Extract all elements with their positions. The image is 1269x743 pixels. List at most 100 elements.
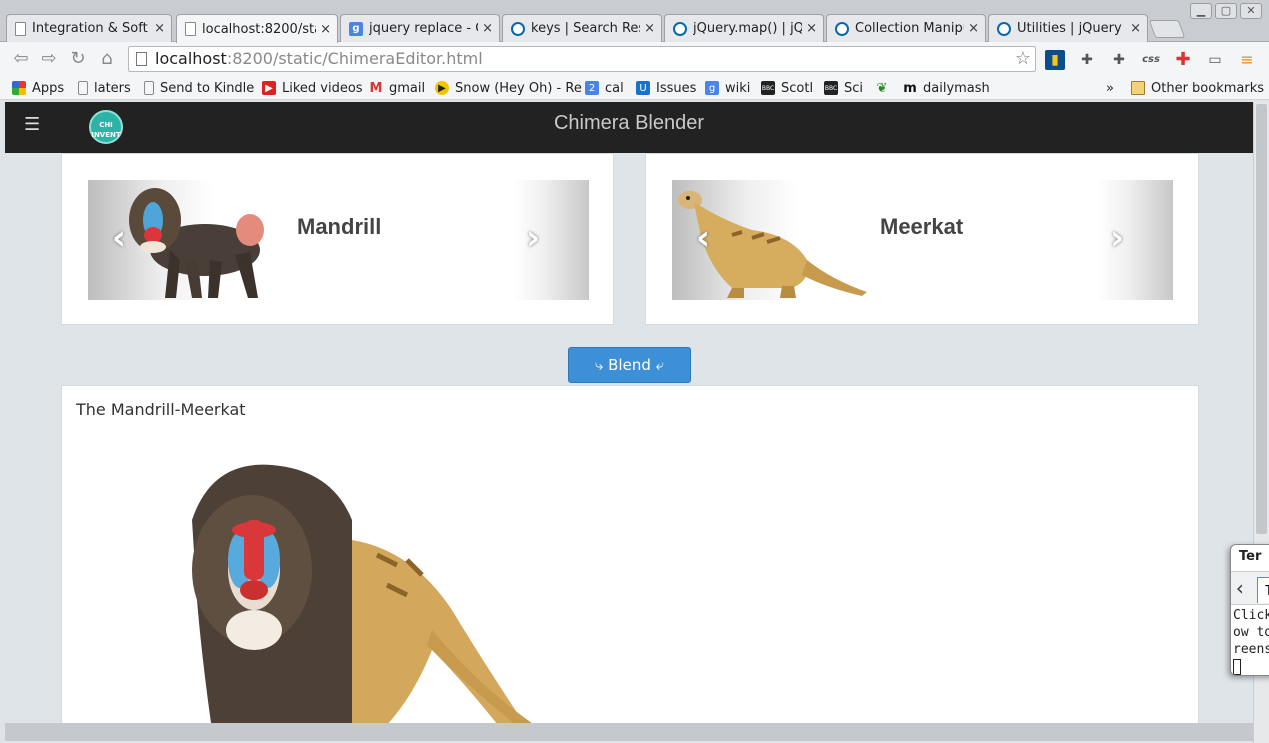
tab-title: Utilities | jQuery A <box>1017 21 1127 36</box>
close-icon[interactable]: × <box>482 21 493 36</box>
app-header: ☰ CHI INVENT Chimera Blender <box>5 102 1253 153</box>
page-icon <box>15 21 26 36</box>
minimize-window-icon[interactable]: ▁ <box>1190 3 1212 19</box>
bookmark-liked-videos[interactable]: ▶ Liked videos <box>262 79 363 97</box>
tab-title: Collection Manipul <box>855 21 965 36</box>
left-animal-carousel: ‹ Mandrill › <box>88 180 589 300</box>
blended-chimera-image <box>192 464 532 723</box>
other-bookmarks[interactable]: Other bookmarks <box>1131 79 1264 97</box>
leaf-icon: ❦ <box>876 80 888 96</box>
tab-title: Integration & Soft <box>32 21 148 36</box>
bookmark-apps[interactable]: Apps <box>12 79 64 97</box>
bookmark-label: Other bookmarks <box>1151 80 1265 96</box>
maximize-window-icon[interactable]: ▢ <box>1215 3 1237 19</box>
forward-icon[interactable]: ⇨ <box>38 48 60 70</box>
browser-toolbar: ⇦ ⇨ ↻ ⌂ localhost:8200/static/ChimeraEdi… <box>0 42 1269 76</box>
bookmark-send-to-kindle[interactable]: Send to Kindle <box>144 79 254 97</box>
terminal-tab[interactable]: T <box>1257 577 1269 603</box>
terminal-cursor <box>1233 659 1241 675</box>
browser-tabstrip: Integration & Soft × localhost:8200/sta … <box>0 0 1269 43</box>
page-icon <box>144 81 154 95</box>
close-icon[interactable]: × <box>968 21 979 36</box>
bookmark-label: Scotl <box>781 80 814 96</box>
bookmark-snow[interactable]: ▶ Snow (Hey Oh) - Re <box>435 79 582 97</box>
browser-tab[interactable]: Collection Manipul × <box>826 14 986 42</box>
bookmark-label: dailymash <box>923 80 990 96</box>
bookmark-label: Liked videos <box>282 80 363 96</box>
terminal-title: Ter <box>1239 549 1262 564</box>
new-tab-button[interactable] <box>1148 20 1186 38</box>
main-content: ‹ Mandrill › ‹ Meerkat › ⤷ Blend ⤶ The M… <box>5 153 1253 723</box>
bookmark-laters[interactable]: laters <box>78 79 131 97</box>
google-icon: g <box>349 21 363 36</box>
close-icon[interactable]: × <box>154 21 165 36</box>
analytics-extension-icon[interactable]: ▮ <box>1045 50 1065 70</box>
next-arrow-icon[interactable]: › <box>526 218 540 258</box>
previous-arrow-icon[interactable]: ‹ <box>112 218 126 258</box>
bookmark-label: Issues <box>656 80 697 96</box>
bookmark-scotl[interactable]: BBC Scotl <box>761 79 813 97</box>
close-window-icon[interactable]: ✕ <box>1240 3 1262 19</box>
jquery-icon <box>511 21 525 36</box>
bookmark-label: wiki <box>725 80 751 96</box>
tab-title: jquery replace - G <box>369 21 479 36</box>
browser-tab-active[interactable]: localhost:8200/sta × <box>176 14 338 43</box>
mandrill-image <box>129 188 264 298</box>
menu-icon[interactable]: ≡ <box>1237 50 1257 70</box>
previous-arrow-icon[interactable]: ‹ <box>696 218 710 258</box>
youtube-icon: ▶ <box>262 81 276 95</box>
blend-button[interactable]: ⤷ Blend ⤶ <box>568 347 691 383</box>
bookmark-sci[interactable]: BBC Sci <box>824 79 863 97</box>
bookmark-star-icon[interactable]: ☆ <box>1015 47 1031 71</box>
bbc-icon: BBC <box>761 81 775 95</box>
bookmark-label: laters <box>94 80 131 96</box>
next-arrow-icon[interactable]: › <box>1110 218 1124 258</box>
back-icon[interactable]: ⇦ <box>10 48 32 70</box>
browser-tab[interactable]: keys | Search Resu × <box>502 14 662 42</box>
gmail-icon: M <box>369 80 383 96</box>
url-host: localhost <box>155 49 227 68</box>
right-animal-name: Meerkat <box>880 214 964 239</box>
bookmark-label: Sci <box>844 80 864 96</box>
tab-title: jQuery.map() | jQu <box>693 21 803 36</box>
app-title: Chimera Blender <box>553 112 705 134</box>
browser-tab[interactable]: g jquery replace - G × <box>340 14 500 42</box>
chevron-left-icon[interactable]: ‹ <box>1234 576 1246 600</box>
right-animal-panel: ‹ Meerkat › <box>645 153 1199 325</box>
calendar-icon: 2 <box>585 81 599 95</box>
browser-tab[interactable]: Integration & Soft × <box>6 14 172 42</box>
css-extension-icon[interactable]: css <box>1141 50 1161 70</box>
bookmark-cal[interactable]: 2 cal <box>585 79 624 97</box>
close-icon[interactable]: × <box>320 22 331 37</box>
close-icon[interactable]: × <box>806 21 817 36</box>
right-animal-carousel: ‹ Meerkat › <box>672 180 1173 300</box>
tab-title: keys | Search Resu <box>531 21 640 36</box>
bookmarks-overflow[interactable]: » <box>1106 79 1114 97</box>
puzzle-extension-icon[interactable]: ✚ <box>1077 50 1097 70</box>
bookmark-wiki[interactable]: g wiki <box>705 79 750 97</box>
puzzle-extension-icon[interactable]: ✚ <box>1109 50 1129 70</box>
address-bar[interactable]: localhost:8200/static/ChimeraEditor.html… <box>128 46 1036 72</box>
close-icon[interactable]: × <box>1130 21 1141 36</box>
terminal-popup[interactable]: Ter ‹ T Click ow to reens <box>1230 544 1269 676</box>
bookmark-dailymash[interactable]: m dailymash <box>903 79 990 97</box>
bookmark-leaf[interactable]: ❦ <box>875 79 895 97</box>
browser-tab[interactable]: Utilities | jQuery A × <box>988 14 1148 42</box>
jquery-icon <box>835 21 849 36</box>
horizontal-scrollbar[interactable] <box>5 723 1253 741</box>
reload-icon[interactable]: ↻ <box>67 48 89 70</box>
cast-icon[interactable]: ▭ <box>1205 50 1225 70</box>
bookmark-gmail[interactable]: M gmail <box>369 79 426 97</box>
bookmark-label: Apps <box>32 80 65 96</box>
bookmarks-bar: Apps laters Send to Kindle ▶ Liked video… <box>0 76 1269 100</box>
cross-extension-icon[interactable]: ✚ <box>1173 50 1193 70</box>
bookmark-issues[interactable]: U Issues <box>636 79 696 97</box>
terminal-line: ow to <box>1233 625 1269 640</box>
browser-tab[interactable]: jQuery.map() | jQu × <box>664 14 824 42</box>
scrollbar-thumb[interactable] <box>1256 104 1267 534</box>
terminal-tabbar: ‹ T <box>1231 571 1269 605</box>
terminal-output: Click ow to reens <box>1233 607 1269 675</box>
google-icon: g <box>705 81 719 95</box>
close-icon[interactable]: × <box>644 21 655 36</box>
home-icon[interactable]: ⌂ <box>96 48 118 70</box>
